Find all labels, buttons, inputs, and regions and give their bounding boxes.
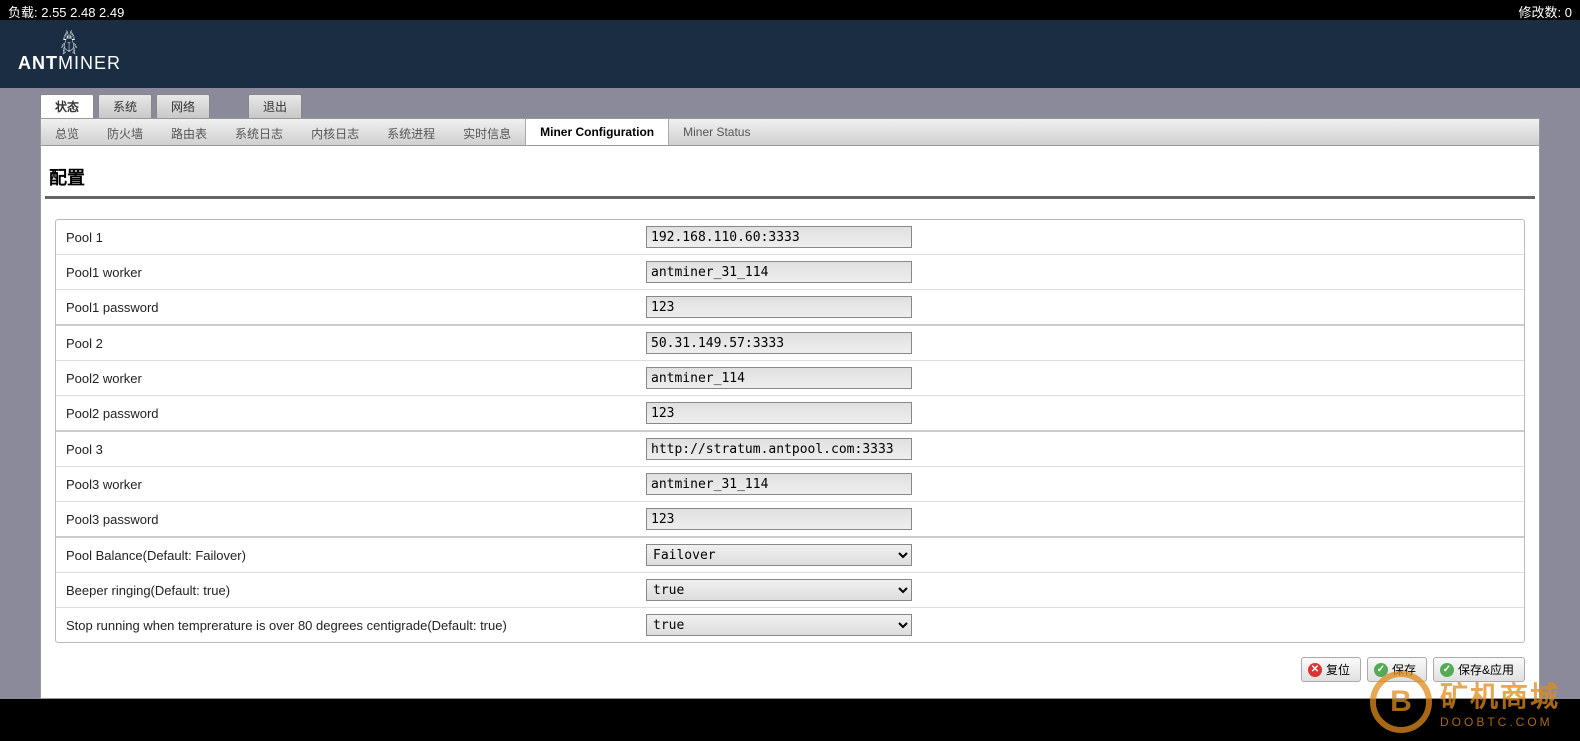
input-pool3-password[interactable] <box>646 508 912 530</box>
subtab-kernlog[interactable]: 内核日志 <box>297 119 373 145</box>
label-pool3: Pool 3 <box>66 442 646 457</box>
input-pool1-url[interactable] <box>646 226 912 248</box>
body-wrap: 状态 系统 网络 退出 总览 防火墙 路由表 系统日志 内核日志 系统进程 实时… <box>0 88 1580 699</box>
row-pool2-worker: Pool2 worker <box>56 361 1524 396</box>
bitcoin-icon: B <box>1370 671 1432 733</box>
subtab-syslog[interactable]: 系统日志 <box>221 119 297 145</box>
row-pool2: Pool 2 <box>56 326 1524 361</box>
subtab-processes[interactable]: 系统进程 <box>373 119 449 145</box>
subtab-realtime[interactable]: 实时信息 <box>449 119 525 145</box>
header: 𓆣 ANTMINER <box>0 20 1580 88</box>
input-pool2-worker[interactable] <box>646 367 912 389</box>
row-pool3: Pool 3 <box>56 432 1524 467</box>
content-area: 配置 Pool 1 Pool1 worker Pool1 password Po… <box>40 146 1540 699</box>
label-pool2-worker: Pool2 worker <box>66 371 646 386</box>
tab-network[interactable]: 网络 <box>156 94 210 118</box>
row-pool1-password: Pool1 password <box>56 290 1524 326</box>
input-pool3-url[interactable] <box>646 438 912 460</box>
reset-icon: ✕ <box>1308 663 1322 677</box>
label-pool2: Pool 2 <box>66 336 646 351</box>
load-average: 负载: 2.55 2.48 2.49 <box>8 2 124 18</box>
label-pool1-password: Pool1 password <box>66 300 646 315</box>
label-pool-balance: Pool Balance(Default: Failover) <box>66 548 646 563</box>
ant-icon: 𓆣 <box>60 35 79 53</box>
subtab-overview[interactable]: 总览 <box>41 119 93 145</box>
row-pool2-password: Pool2 password <box>56 396 1524 432</box>
row-temp-stop: Stop running when temprerature is over 8… <box>56 608 1524 642</box>
watermark-cn: 矿机商城 <box>1440 675 1560 715</box>
top-status-bar: 负载: 2.55 2.48 2.49 修改数: 0 <box>0 0 1580 20</box>
action-buttons: ✕ 复位 ✓ 保存 ✓ 保存&应用 <box>41 643 1539 682</box>
watermark-en: DOOBTC.COM <box>1440 715 1560 729</box>
row-pool1: Pool 1 <box>56 220 1524 255</box>
label-pool3-password: Pool3 password <box>66 512 646 527</box>
subtab-miner-status[interactable]: Miner Status <box>669 119 764 145</box>
sub-tab-bar: 总览 防火墙 路由表 系统日志 内核日志 系统进程 实时信息 Miner Con… <box>40 118 1540 146</box>
tab-system[interactable]: 系统 <box>98 94 152 118</box>
select-temp-stop[interactable]: true <box>646 614 912 636</box>
subtab-routes[interactable]: 路由表 <box>157 119 221 145</box>
label-pool2-password: Pool2 password <box>66 406 646 421</box>
input-pool1-password[interactable] <box>646 296 912 318</box>
subtab-firewall[interactable]: 防火墙 <box>93 119 157 145</box>
label-temp-stop: Stop running when temprerature is over 8… <box>66 618 646 633</box>
row-pool-balance: Pool Balance(Default: Failover) Failover <box>56 538 1524 573</box>
watermark: B 矿机商城 DOOBTC.COM <box>1370 671 1560 733</box>
tab-status[interactable]: 状态 <box>40 94 94 118</box>
subtab-miner-configuration[interactable]: Miner Configuration <box>525 119 669 145</box>
config-form: Pool 1 Pool1 worker Pool1 password Pool … <box>55 219 1525 643</box>
label-beeper: Beeper ringing(Default: true) <box>66 583 646 598</box>
input-pool2-password[interactable] <box>646 402 912 424</box>
input-pool1-worker[interactable] <box>646 261 912 283</box>
row-pool3-password: Pool3 password <box>56 502 1524 538</box>
tab-logout[interactable]: 退出 <box>248 94 302 118</box>
label-pool3-worker: Pool3 worker <box>66 477 646 492</box>
unsaved-changes: 修改数: 0 <box>1519 2 1572 18</box>
label-pool1-worker: Pool1 worker <box>66 265 646 280</box>
main-tab-bar: 状态 系统 网络 退出 <box>0 88 1580 118</box>
label-pool1: Pool 1 <box>66 230 646 245</box>
antminer-logo: 𓆣 ANTMINER <box>18 35 121 74</box>
page-title: 配置 <box>45 160 1535 199</box>
select-beeper[interactable]: true <box>646 579 912 601</box>
input-pool2-url[interactable] <box>646 332 912 354</box>
select-pool-balance[interactable]: Failover <box>646 544 912 566</box>
row-beeper: Beeper ringing(Default: true) true <box>56 573 1524 608</box>
row-pool3-worker: Pool3 worker <box>56 467 1524 502</box>
row-pool1-worker: Pool1 worker <box>56 255 1524 290</box>
tab-spacer <box>214 94 244 118</box>
bottom-fill <box>0 699 1580 739</box>
reset-button[interactable]: ✕ 复位 <box>1301 657 1361 682</box>
input-pool3-worker[interactable] <box>646 473 912 495</box>
